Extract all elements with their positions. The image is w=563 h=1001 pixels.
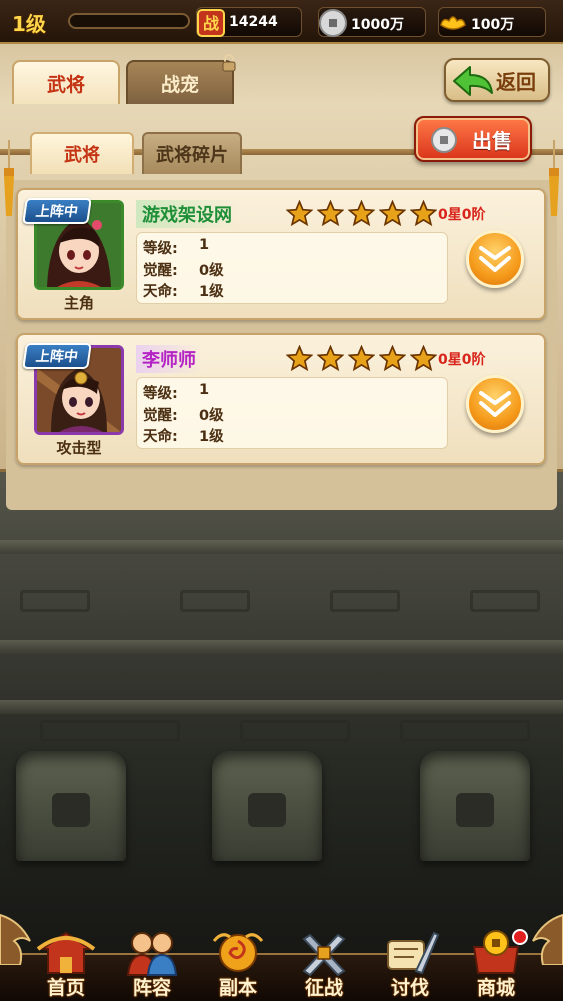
silver-coin-icon [319,9,347,37]
tab-pets[interactable]: 战宠 [126,54,236,104]
star-icon [348,345,375,372]
battle-icon [302,933,346,977]
lock-icon [222,54,236,72]
power-counter: 战 14244 [196,7,302,37]
general-card[interactable]: 上阵中 攻击型 李师师 0星0阶 等级: 1 觉醒: 0级 天命: 1级 [16,333,546,465]
general-card[interactable]: 上阵中 主角 游戏架设网 0星0阶 等级: 1 觉醒: 0级 天命: 1级 [16,188,546,320]
chevron-down-icon [479,246,511,272]
nav-lineup[interactable]: 阵容 [110,925,194,1001]
experience-bar [68,13,190,29]
star-icon [317,200,344,227]
right-tassel-ornament [549,140,559,216]
subtab-generals-label: 武将 [64,145,100,166]
chevron-down-icon [479,391,511,417]
status-bar: 1级 战 14244 1000万 100万 [0,0,563,44]
nav-lineup-label: 阵容 [132,977,171,999]
silver-counter: 1000万 [318,7,426,37]
tab-generals[interactable]: 武将 [12,60,120,104]
power-value: 14244 [229,14,278,30]
deployed-badge: 上阵中 [22,343,92,369]
star-icon [410,345,437,372]
crusade-icon [387,931,440,975]
star-icon [286,345,313,372]
nav-crusade-label: 讨伐 [390,977,429,999]
star-icon [379,200,406,227]
general-name: 游戏架设网 [136,200,238,228]
star-icon [348,200,375,227]
svg-text:战: 战 [203,14,219,33]
nav-home-label: 首页 [46,977,85,999]
star-rating [286,200,437,228]
back-button[interactable]: 返回 [444,58,550,102]
star-icon [317,345,344,372]
subtab-general-fragments[interactable]: 武将碎片 [142,132,242,174]
expand-button[interactable] [466,375,524,433]
general-role: 主角 [63,294,94,312]
general-role: 攻击型 [56,439,102,457]
power-icon: 战 [197,9,225,37]
subtab-fragments-label: 武将碎片 [156,145,228,166]
lineup-icon [126,932,178,976]
nav-dungeon[interactable]: 副本 [196,925,280,1001]
nav-battle[interactable]: 征战 [282,925,366,1001]
general-name: 李师师 [136,345,202,373]
star-icon [379,345,406,372]
tab-pets-label: 战宠 [160,73,199,96]
general-stats: 等级: 1 觉醒: 0级 天命: 1级 [136,232,448,304]
deployed-badge: 上阵中 [22,198,92,224]
sell-button[interactable]: 出售 [414,116,532,162]
nav-shop-label: 商城 [476,977,515,999]
subtab-generals[interactable]: 武将 [30,132,134,174]
home-icon [36,931,96,974]
nav-dungeon-label: 副本 [218,977,257,999]
expand-button[interactable] [466,230,524,288]
tab-generals-label: 武将 [46,73,85,96]
star-rating [286,345,437,373]
coin-icon [431,127,457,153]
nav-battle-label: 征战 [304,977,343,999]
stat-destiny: 天命: 1级 [143,429,224,445]
left-tassel-ornament [4,140,14,216]
dungeon-icon [212,933,264,972]
notification-dot [512,929,528,945]
star-icon [286,200,313,227]
back-arrow-icon [453,66,493,96]
general-rank: 0星0阶 [438,352,486,368]
player-level: 1级 [12,12,46,36]
gold-counter: 100万 [438,7,546,37]
stat-level: 等级: 1 [143,382,210,402]
general-rank: 0星0阶 [438,207,486,223]
nav-shop[interactable]: 商城 [454,925,538,1001]
general-stats: 等级: 1 觉醒: 0级 天命: 1级 [136,377,448,449]
silver-value: 1000万 [351,17,404,33]
nav-crusade[interactable]: 讨伐 [368,925,452,1001]
gold-ingot-icon [440,16,466,30]
stat-awakening: 觉醒: 0级 [143,407,224,424]
gold-value: 100万 [471,17,515,33]
stat-level: 等级: 1 [143,237,210,257]
nav-home[interactable]: 首页 [24,925,108,1001]
stat-destiny: 天命: 1级 [143,284,224,300]
star-icon [410,200,437,227]
sell-button-label: 出售 [472,128,512,153]
bottom-navigation: 首页 阵容 副本 征战 讨伐 商城 [0,905,563,1001]
back-button-label: 返回 [496,69,536,94]
stat-awakening: 觉醒: 0级 [143,262,224,279]
